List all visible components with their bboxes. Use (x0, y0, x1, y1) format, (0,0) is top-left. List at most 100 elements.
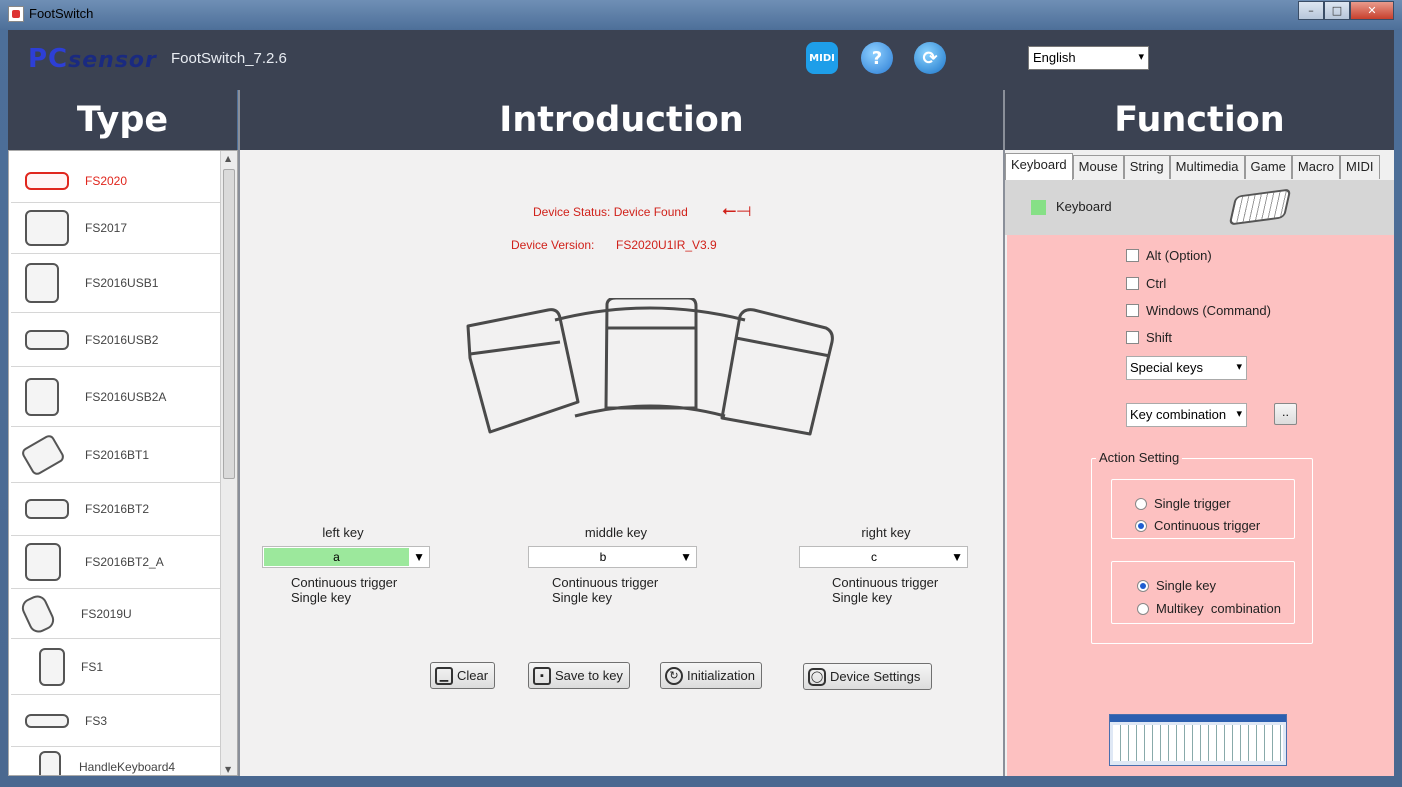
save-label: Save to key (555, 668, 623, 683)
app-header: PCsensor FootSwitch_7.2.6 MIDI ? ⟳ Engli… (8, 30, 1394, 90)
device-version-value: FS2020U1IR_V3.9 (616, 238, 717, 252)
middle-pedal (604, 298, 698, 410)
tab-mouse[interactable]: Mouse (1072, 155, 1124, 179)
scroll-thumb[interactable] (223, 169, 235, 479)
type-label: FS2016USB2 (85, 332, 159, 347)
language-select[interactable]: English (1028, 46, 1149, 70)
middle-key-mode: Single key (552, 590, 612, 605)
type-label: HandleKeyboard4 (79, 760, 176, 774)
keyboard-icon (1228, 188, 1292, 226)
type-item-fs2019u[interactable]: FS2019U (11, 589, 221, 639)
single-trigger-label: Single trigger (1154, 496, 1231, 511)
right-key-label: right key (861, 525, 911, 540)
more-button[interactable]: .. (1274, 403, 1297, 425)
scroll-down-icon[interactable]: ▼ (225, 765, 231, 774)
window-controls: – □ ✕ (1298, 1, 1394, 20)
maximize-button[interactable]: □ (1324, 1, 1350, 20)
osk-titlebar (1110, 715, 1286, 722)
type-item-fs3[interactable]: FS3 (11, 695, 221, 747)
tab-keyboard[interactable]: Keyboard (1005, 153, 1073, 180)
middle-key-info: Continuous trigger Single key (552, 575, 658, 605)
title-bar: FootSwitch – □ ✕ (0, 0, 1402, 28)
left-key-mode: Single key (291, 590, 351, 605)
broom-icon: ▁ (435, 666, 453, 685)
fs2020-icon (25, 171, 69, 190)
minimize-button[interactable]: – (1298, 1, 1324, 20)
handlekeyboard4-icon (39, 751, 61, 775)
on-screen-keyboard-icon[interactable] (1109, 714, 1287, 766)
usb-icon: ⭠⟞ (722, 200, 752, 221)
fs2016usb2a-icon (25, 377, 59, 416)
device-settings-button[interactable]: ◯ Device Settings (803, 663, 932, 690)
type-item-fs2016usb2a[interactable]: FS2016USB2A (11, 367, 221, 427)
right-key-info: Continuous trigger Single key (832, 575, 938, 605)
radio-dot[interactable] (1137, 602, 1149, 615)
checkbox-box[interactable] (1126, 277, 1139, 290)
radio-dot[interactable] (1137, 579, 1149, 592)
single-key-radio[interactable]: Single key (1137, 578, 1216, 593)
left-key-value: a (264, 548, 409, 566)
initialization-button[interactable]: ↻ Initialization (660, 662, 762, 689)
type-item-fs2016usb1[interactable]: FS2016USB1 (11, 254, 221, 313)
tab-string[interactable]: String (1123, 155, 1170, 179)
middle-key-select[interactable]: b ▼ (528, 546, 697, 568)
type-item-fs2016bt2a[interactable]: FS2016BT2_A (11, 536, 221, 589)
type-list-scrollbar[interactable]: ▲ ▼ (220, 151, 237, 775)
type-item-fs2020[interactable]: FS2020 (11, 159, 221, 203)
fs2016bt1-icon (19, 432, 67, 477)
clear-label: Clear (457, 668, 489, 683)
tab-midi[interactable]: MIDI (1340, 155, 1380, 179)
type-item-fs1[interactable]: FS1 (11, 639, 221, 695)
radio-dot[interactable] (1135, 497, 1147, 510)
midi-icon[interactable]: MIDI (806, 42, 838, 74)
type-list: FS2020 FS2017 FS2016USB1 FS2016USB2 FS20… (8, 150, 238, 776)
tab-game[interactable]: Game (1244, 155, 1292, 179)
continuous-trigger-radio[interactable]: Continuous trigger (1135, 518, 1260, 533)
shift-label: Shift (1146, 330, 1173, 345)
left-key-info: Continuous trigger Single key (291, 575, 397, 605)
type-item-fs2016bt2[interactable]: FS2016BT2 (11, 483, 221, 536)
type-label: FS1 (81, 659, 104, 674)
right-key-trigger: Continuous trigger (832, 575, 939, 590)
type-label: FS3 (85, 713, 108, 728)
radio-dot[interactable] (1135, 519, 1147, 532)
app-icon (8, 6, 24, 22)
help-icon[interactable]: ? (861, 42, 893, 74)
function-panel: Keyboard Mouse String Multimedia Game Ma… (1005, 150, 1394, 776)
type-item-fs2017[interactable]: FS2017 (11, 203, 221, 254)
app-window: FootSwitch – □ ✕ PCsensor FootSwitch_7.2… (0, 0, 1402, 787)
refresh-icon[interactable]: ⟳ (914, 42, 946, 74)
dropdown-arrow-icon: ▼ (951, 550, 963, 564)
multikey-radio[interactable]: Multikey combination (1137, 601, 1281, 616)
key-combination-select[interactable]: Key combination (1126, 403, 1247, 427)
shift-checkbox[interactable]: Shift (1126, 330, 1172, 345)
checkbox-box[interactable] (1126, 331, 1139, 344)
close-button[interactable]: ✕ (1350, 1, 1394, 20)
ctrl-checkbox[interactable]: Ctrl (1126, 276, 1166, 291)
fs2016usb1-icon (25, 263, 59, 303)
clear-button[interactable]: ▁ Clear (430, 662, 496, 689)
settings-icon: ◯ (808, 667, 826, 686)
left-key-label: left key (322, 525, 364, 540)
left-key-select[interactable]: a ▼ (262, 546, 430, 568)
type-item-handlekeyboard4[interactable]: HandleKeyboard4 (11, 747, 221, 775)
reset-icon: ↻ (665, 666, 683, 685)
scroll-up-icon[interactable]: ▲ (225, 154, 231, 163)
app-version: FootSwitch_7.2.6 (171, 50, 287, 67)
checkbox-box[interactable] (1126, 249, 1139, 262)
keyboard-settings: Alt (Option) Ctrl Windows (Command) Shif… (1007, 235, 1394, 776)
right-key-select[interactable]: c ▼ (799, 546, 968, 568)
special-keys-select[interactable]: Special keys (1126, 356, 1247, 380)
tab-multimedia[interactable]: Multimedia (1169, 155, 1245, 179)
save-icon: ▪ (533, 666, 551, 685)
multikey-label: Multikey combination (1156, 601, 1281, 616)
checkbox-box[interactable] (1126, 304, 1139, 317)
dropdown-arrow-icon: ▼ (413, 550, 425, 564)
type-item-fs2016bt1[interactable]: FS2016BT1 (11, 427, 221, 483)
save-to-key-button[interactable]: ▪ Save to key (528, 662, 630, 689)
alt-checkbox[interactable]: Alt (Option) (1126, 248, 1212, 263)
tab-macro[interactable]: Macro (1291, 155, 1341, 179)
windows-checkbox[interactable]: Windows (Command) (1126, 303, 1271, 318)
type-item-fs2016usb2[interactable]: FS2016USB2 (11, 313, 221, 367)
single-trigger-radio[interactable]: Single trigger (1135, 496, 1231, 511)
